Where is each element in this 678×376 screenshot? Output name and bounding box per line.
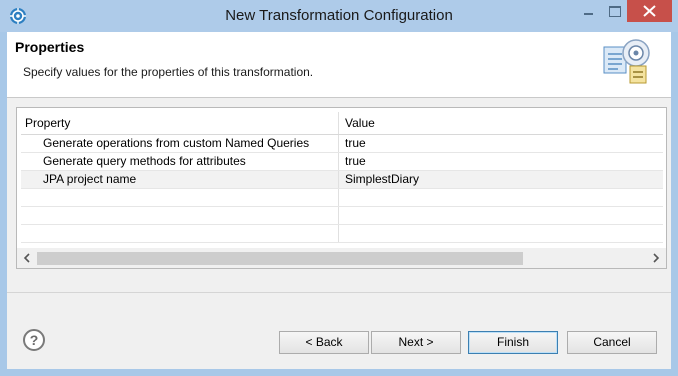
property-value[interactable]: true bbox=[339, 153, 663, 170]
table-header-row: Property Value bbox=[21, 112, 663, 135]
property-name: JPA project name bbox=[21, 171, 339, 188]
wizard-banner-icon bbox=[598, 35, 656, 93]
table-row[interactable]: Generate query methods for attributes tr… bbox=[21, 153, 663, 171]
horizontal-scrollbar[interactable] bbox=[17, 248, 666, 268]
title-bar[interactable]: New Transformation Configuration bbox=[0, 0, 678, 32]
dialog-body: Properties Specify values for the proper… bbox=[7, 32, 671, 369]
back-button[interactable]: < Back bbox=[279, 331, 369, 354]
table-row[interactable]: Generate operations from custom Named Qu… bbox=[21, 135, 663, 153]
finish-button[interactable]: Finish bbox=[468, 331, 558, 354]
dialog-window: New Transformation Configuration Propert… bbox=[0, 0, 678, 376]
scroll-left-icon[interactable] bbox=[20, 251, 34, 265]
page-title: Properties bbox=[15, 39, 85, 55]
table-row-selected[interactable]: JPA project name SimplestDiary bbox=[21, 171, 663, 189]
close-button[interactable] bbox=[627, 0, 672, 22]
minimize-button[interactable] bbox=[575, 0, 601, 22]
scroll-right-icon[interactable] bbox=[649, 251, 663, 265]
close-icon bbox=[643, 5, 656, 17]
property-value[interactable]: true bbox=[339, 135, 663, 152]
empty-row bbox=[21, 225, 663, 243]
page-description: Specify values for the properties of thi… bbox=[23, 65, 314, 79]
wizard-header: Properties Specify values for the proper… bbox=[7, 32, 671, 98]
column-header-value[interactable]: Value bbox=[339, 112, 663, 134]
next-button[interactable]: Next > bbox=[371, 331, 461, 354]
maximize-button[interactable] bbox=[601, 0, 627, 22]
scrollbar-thumb[interactable] bbox=[37, 252, 523, 265]
property-name: Generate operations from custom Named Qu… bbox=[21, 135, 339, 152]
empty-row bbox=[21, 207, 663, 225]
empty-row bbox=[21, 189, 663, 207]
cancel-button[interactable]: Cancel bbox=[567, 331, 657, 354]
column-header-property[interactable]: Property bbox=[21, 112, 339, 134]
property-value[interactable]: SimplestDiary bbox=[339, 171, 663, 188]
help-icon[interactable]: ? bbox=[23, 329, 45, 351]
property-name: Generate query methods for attributes bbox=[21, 153, 339, 170]
properties-table[interactable]: Property Value Generate operations from … bbox=[16, 107, 667, 269]
divider bbox=[7, 292, 671, 293]
